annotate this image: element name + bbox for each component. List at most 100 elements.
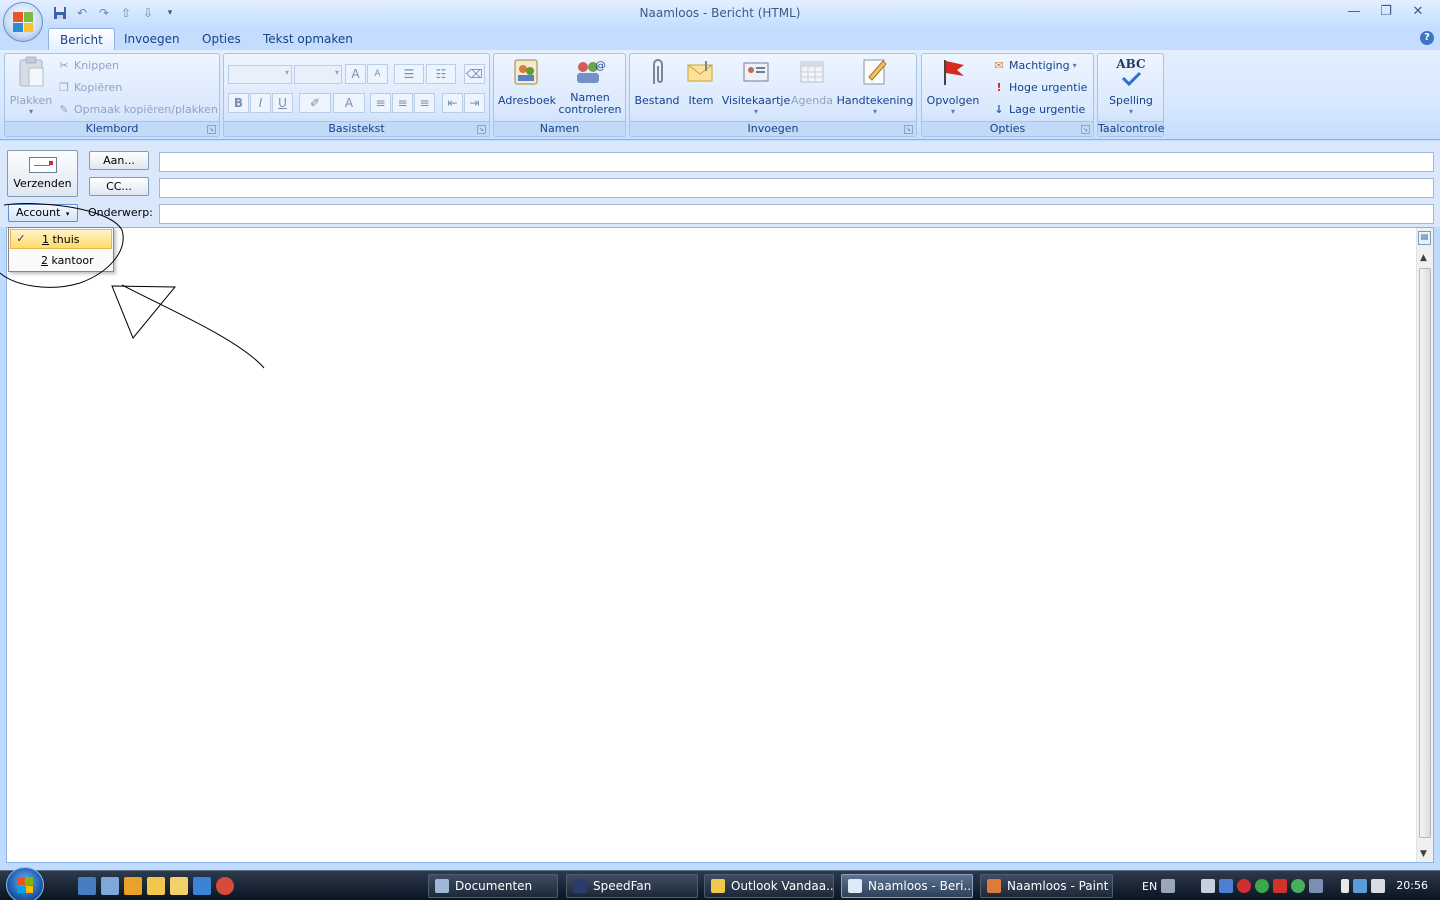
menu-item-number: 1: [42, 233, 49, 246]
minimize-button[interactable]: —: [1338, 2, 1370, 22]
copy-button[interactable]: ❐ Kopiëren: [57, 78, 122, 98]
task-label: Naamloos - Beri...: [868, 879, 973, 893]
restore-button[interactable]: ❐: [1370, 2, 1402, 22]
business-card-button[interactable]: Visitekaartje ▾: [721, 56, 791, 116]
italic-button[interactable]: I: [250, 93, 271, 113]
menu-item-kantoor[interactable]: 2 kantoor: [10, 251, 112, 271]
high-importance-button[interactable]: ! Hoge urgentie: [992, 78, 1087, 98]
cc-field[interactable]: [159, 178, 1434, 198]
underline-button[interactable]: U: [272, 93, 293, 113]
group-label-invoegen: Invoegen: [630, 121, 916, 136]
account-dropdown-menu: ✓ 1 thuis 2 kantoor: [8, 227, 114, 272]
clock[interactable]: 20:56: [1396, 879, 1428, 892]
task-label: Documenten: [455, 879, 533, 893]
task-documenten[interactable]: Documenten: [428, 874, 558, 898]
low-importance-button[interactable]: ↓ Lage urgentie: [992, 100, 1085, 120]
internet-explorer-icon[interactable]: [193, 877, 211, 895]
help-icon[interactable]: ?: [1420, 31, 1434, 45]
highlight-button[interactable]: ✐: [299, 93, 331, 113]
address-book-icon: [511, 56, 543, 88]
volume-icon[interactable]: [1371, 879, 1386, 893]
tab-tekst-opmaken[interactable]: Tekst opmaken: [252, 28, 364, 50]
address-book-button[interactable]: Adresboek: [497, 56, 557, 107]
dialog-launcher-icon[interactable]: ↘: [904, 125, 913, 134]
scroll-thumb[interactable]: [1419, 268, 1431, 838]
shrink-font-button[interactable]: A: [367, 64, 388, 84]
increase-indent-button[interactable]: ⇥: [464, 93, 485, 113]
scroll-down-icon[interactable]: ▼: [1420, 849, 1427, 859]
acrobat-icon[interactable]: [1273, 879, 1288, 893]
send-button[interactable]: Verzenden: [7, 150, 78, 197]
keyboard-icon[interactable]: [1161, 879, 1176, 893]
media-player-icon[interactable]: [124, 877, 142, 895]
close-button[interactable]: ✕: [1402, 2, 1434, 22]
numbering-button[interactable]: ☷: [426, 64, 456, 84]
attach-item-button[interactable]: Item: [681, 56, 721, 107]
speedfan-icon: [573, 879, 587, 893]
bullets-button[interactable]: ☰: [394, 64, 424, 84]
network-icon[interactable]: [1353, 879, 1368, 893]
check-names-button[interactable]: @ Namen controleren: [557, 56, 623, 116]
bold-button[interactable]: B: [228, 93, 249, 113]
signature-button[interactable]: Handtekening ▾: [835, 56, 915, 116]
align-left-button[interactable]: ≡: [370, 93, 391, 113]
task-outlook-vandaag[interactable]: Outlook Vandaa...: [704, 874, 834, 898]
tab-invoegen[interactable]: Invoegen: [113, 28, 191, 50]
message-body[interactable]: ▤ ▲ ▼: [6, 227, 1434, 863]
tab-opties[interactable]: Opties: [191, 28, 252, 50]
align-center-button[interactable]: ≡: [392, 93, 413, 113]
calendar-button[interactable]: Agenda: [790, 56, 834, 107]
outlook-icon[interactable]: [170, 877, 188, 895]
dialog-launcher-icon[interactable]: ↘: [477, 125, 486, 134]
subject-field[interactable]: [159, 204, 1434, 224]
align-right-button[interactable]: ≡: [414, 93, 435, 113]
to-button[interactable]: Aan...: [89, 151, 149, 170]
tab-bericht[interactable]: Bericht: [48, 28, 115, 50]
clear-format-button[interactable]: ⌫: [464, 64, 485, 84]
ruler-icon[interactable]: ▤: [1418, 231, 1431, 245]
dialog-launcher-icon[interactable]: ↘: [207, 125, 216, 134]
permission-button[interactable]: ✉ Machtiging ▾: [992, 56, 1076, 76]
scroll-up-icon[interactable]: ▲: [1420, 253, 1427, 263]
copy-label: Kopiëren: [74, 81, 123, 94]
cc-button[interactable]: CC...: [89, 177, 149, 196]
font-size-combo[interactable]: [294, 65, 342, 84]
task-naamloos-paint[interactable]: Naamloos - Paint: [980, 874, 1113, 898]
office-button[interactable]: [3, 2, 43, 42]
font-name-combo[interactable]: [228, 65, 292, 84]
font-color-button[interactable]: A: [333, 93, 365, 113]
to-field[interactable]: [159, 152, 1434, 172]
menu-item-thuis[interactable]: ✓ 1 thuis: [10, 229, 112, 249]
decrease-indent-button[interactable]: ⇤: [442, 93, 463, 113]
group-label-opties: Opties: [922, 121, 1093, 136]
dialog-launcher-icon[interactable]: ↘: [1081, 125, 1090, 134]
grow-font-button[interactable]: A: [345, 64, 366, 84]
tray-app-icon[interactable]: [1291, 879, 1306, 893]
cut-button[interactable]: ✂ Knippen: [57, 56, 119, 76]
account-button[interactable]: Account ▾: [8, 204, 78, 222]
vertical-scrollbar[interactable]: ▤ ▲ ▼: [1416, 228, 1433, 862]
paste-button[interactable]: Plakken ▾: [9, 56, 53, 116]
language-indicator[interactable]: EN: [1142, 880, 1157, 893]
tray-app-icon[interactable]: [1309, 879, 1324, 893]
eraser-icon: ⌫: [466, 67, 483, 81]
tray-app-icon[interactable]: [1219, 879, 1234, 893]
switch-windows-icon[interactable]: [101, 877, 119, 895]
chrome-icon[interactable]: [216, 877, 234, 895]
tray-app-icon[interactable]: [1255, 879, 1270, 893]
attach-file-button[interactable]: Bestand: [633, 56, 681, 107]
format-painter-button[interactable]: ✎ Opmaak kopiëren/plakken: [57, 100, 217, 120]
follow-up-button[interactable]: Opvolgen ▾: [925, 56, 981, 116]
show-desktop-icon[interactable]: [78, 877, 96, 895]
spelling-button[interactable]: ABC Spelling ▾: [1101, 56, 1161, 116]
security-icon[interactable]: [1237, 879, 1252, 893]
windows-logo-icon: [17, 877, 33, 893]
task-naamloos-bericht[interactable]: Naamloos - Beri...: [841, 874, 973, 898]
tray-app-icon[interactable]: [1201, 879, 1216, 893]
clock-icon[interactable]: [147, 877, 165, 895]
calendar-icon: [796, 56, 828, 88]
start-button[interactable]: [6, 867, 44, 900]
task-speedfan[interactable]: SpeedFan: [566, 874, 698, 898]
battery-icon[interactable]: [1341, 879, 1350, 893]
exclamation-icon: !: [996, 81, 1002, 94]
